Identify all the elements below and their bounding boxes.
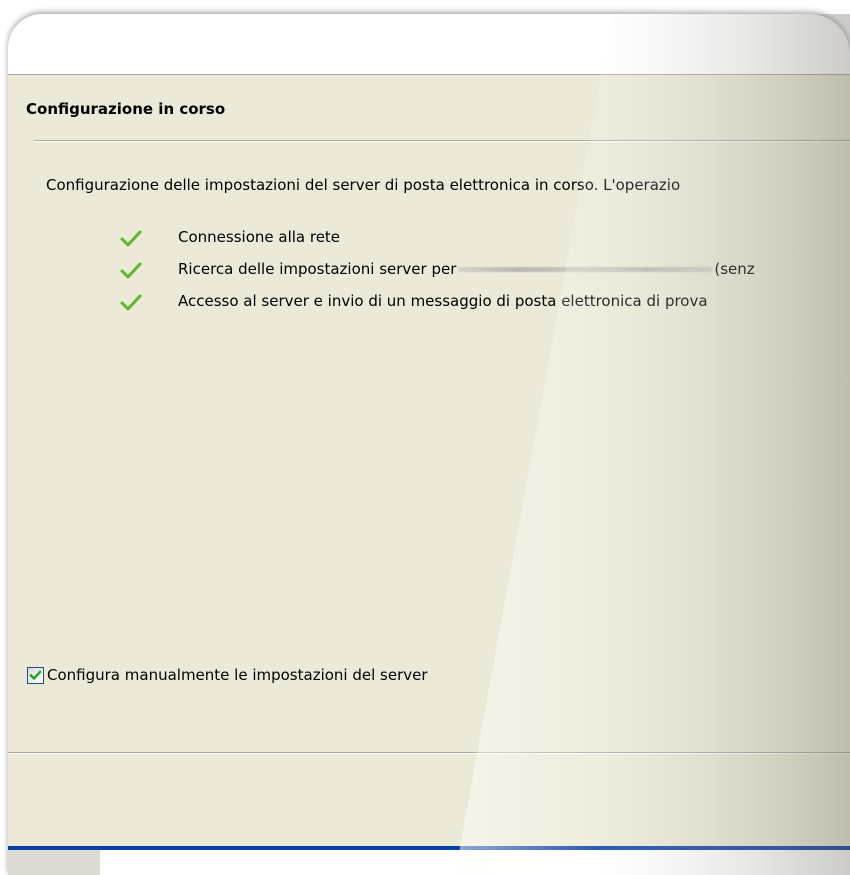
manual-config-checkbox[interactable]: Configura manualmente le impostazioni de… (27, 666, 428, 684)
status-description: Configurazione delle impostazioni del se… (46, 176, 681, 194)
step-label: Ricerca delle impostazioni server per (se… (178, 260, 755, 278)
redacted-email (458, 267, 713, 272)
checkmark-icon (29, 669, 42, 680)
manual-config-label: Configura manualmente le impostazioni de… (47, 666, 428, 684)
screenshot: Configurazione in corso Configurazione d… (0, 0, 850, 875)
step-label: Connessione alla rete (178, 228, 341, 246)
checkmark-icon (120, 292, 142, 312)
taskbar-area (100, 850, 850, 875)
dialog-body (8, 75, 850, 875)
step-label: Accesso al server e invio di un messaggi… (178, 292, 708, 310)
page-title: Configurazione in corso (26, 100, 226, 118)
dialog-header-area (8, 14, 850, 75)
account-setup-dialog (8, 14, 850, 875)
footer-divider (8, 752, 850, 753)
checkmark-icon (120, 228, 142, 248)
taskbar (8, 846, 850, 875)
checkmark-icon (120, 260, 142, 280)
step-label-prefix: Ricerca delle impostazioni server per (178, 260, 457, 278)
start-button[interactable] (8, 850, 100, 875)
checkbox-box[interactable] (27, 666, 44, 684)
step-label-suffix: (senz (714, 260, 755, 278)
heading-divider (34, 140, 850, 141)
